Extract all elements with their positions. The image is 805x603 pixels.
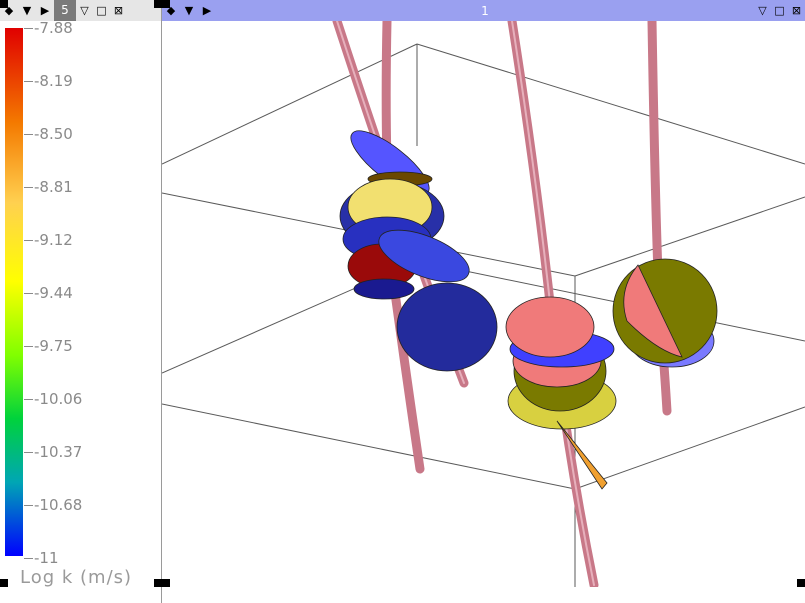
fracture-cluster <box>612 258 718 368</box>
maximize-icon[interactable]: □ <box>93 0 110 21</box>
resize-handle[interactable] <box>162 0 170 8</box>
legend-panel: ◆ ▼ ▶ 5 ▽ □ ⊠ -7.88 -8.19 -8.50 -8.81 -9… <box>0 0 162 603</box>
resize-handle[interactable] <box>154 579 162 587</box>
resize-handle[interactable] <box>0 579 8 587</box>
close-icon[interactable]: ⊠ <box>110 0 127 21</box>
colorbar-tick: -11 <box>24 548 59 568</box>
fracture-cluster <box>339 130 498 372</box>
resize-handle[interactable] <box>154 0 162 8</box>
viewer-panel: ◆ ▼ ▶ 1 ▽ □ ⊠ <box>162 0 805 603</box>
colorbar-tick: -9.44 <box>24 283 73 303</box>
minimize-icon[interactable]: ▽ <box>76 0 93 21</box>
triangle-down-icon[interactable]: ▼ <box>180 0 198 21</box>
colorbar-tick: -7.88 <box>24 18 73 38</box>
legend-title: Log k (m/s) <box>20 567 133 588</box>
panel-number: 1 <box>481 3 489 18</box>
colorbar-tick: -8.19 <box>24 71 73 91</box>
viewer-titlebar: ◆ ▼ ▶ 1 ▽ □ ⊠ <box>162 0 805 21</box>
resize-handle[interactable] <box>162 579 170 587</box>
resize-handle[interactable] <box>0 0 8 8</box>
colorbar-tick: -9.12 <box>24 230 73 250</box>
close-icon[interactable]: ⊠ <box>788 0 805 21</box>
colorbar-tick: -10.37 <box>24 442 82 462</box>
resize-handle[interactable] <box>797 579 805 587</box>
colorbar <box>5 28 23 556</box>
3d-scene-viewport[interactable] <box>162 21 805 587</box>
minimize-icon[interactable]: ▽ <box>754 0 771 21</box>
colorbar-tick: -8.50 <box>24 124 73 144</box>
colorbar-tick: -8.81 <box>24 177 73 197</box>
colorbar-tick: -9.75 <box>24 336 73 356</box>
fracture-cluster <box>505 296 617 490</box>
maximize-icon[interactable]: □ <box>771 0 788 21</box>
colorbar-tick: -10.68 <box>24 495 82 515</box>
colorbar-tick: -10.06 <box>24 389 82 409</box>
triangle-right-icon[interactable]: ▶ <box>198 0 216 21</box>
